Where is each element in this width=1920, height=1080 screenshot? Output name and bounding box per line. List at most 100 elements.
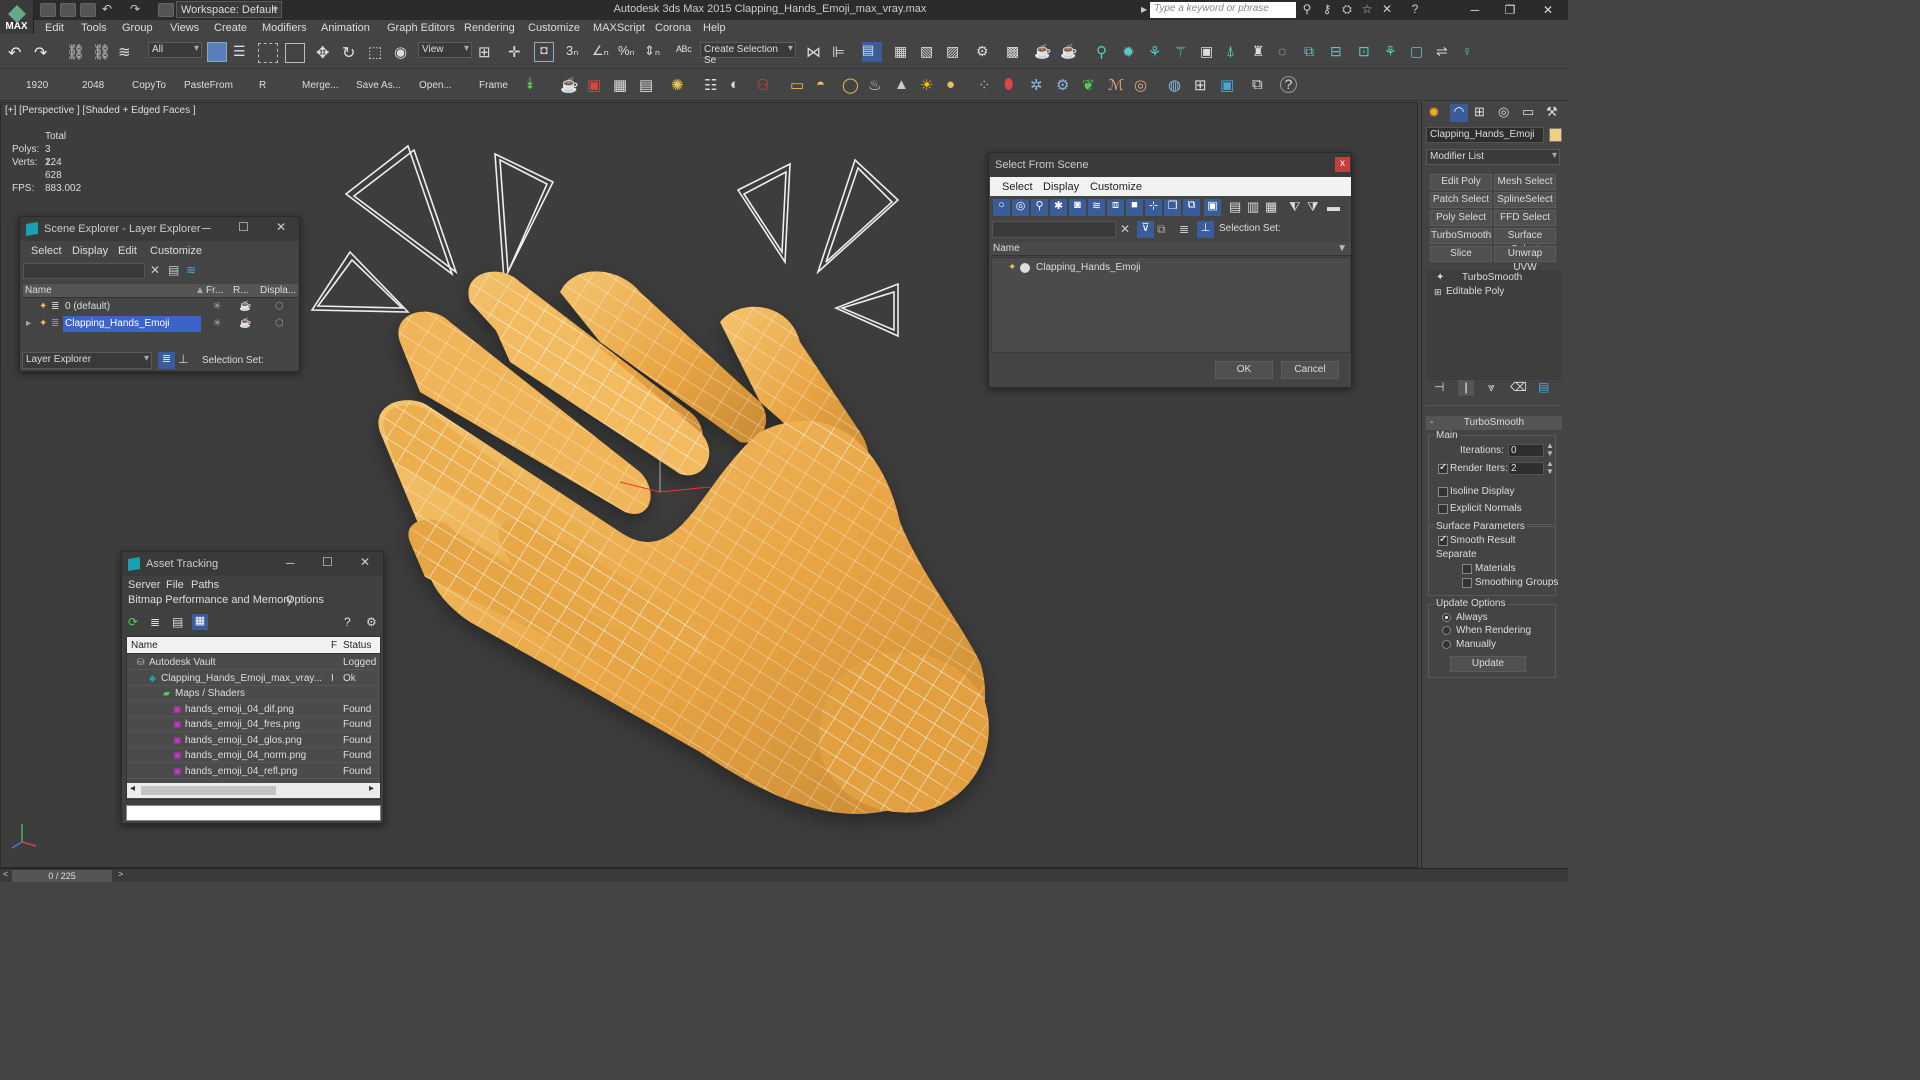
patch-select-button[interactable]: Patch Select: [1430, 192, 1492, 208]
globe-icon[interactable]: ◍: [1168, 76, 1188, 96]
vray-fur-icon[interactable]: ⚚: [1174, 43, 1194, 63]
at-menu-server[interactable]: Server: [128, 579, 160, 591]
object-color-swatch[interactable]: [1549, 128, 1562, 142]
vray-camera-icon[interactable]: ◌: [1278, 43, 1298, 63]
col-name[interactable]: Name: [25, 284, 52, 298]
plant-icon[interactable]: ❦: [1082, 76, 1102, 96]
open-button[interactable]: Open...: [419, 80, 452, 91]
iterations-spinner[interactable]: 0: [1508, 444, 1544, 457]
layers-icon[interactable]: ≣: [1179, 222, 1189, 236]
spline-select-button[interactable]: SplineSelect: [1494, 192, 1556, 208]
prev-frame-icon[interactable]: <: [3, 869, 8, 879]
filter-settings-icon[interactable]: ⧩: [1307, 199, 1319, 215]
light-icon[interactable]: ⚲: [1096, 43, 1116, 63]
redo-icon[interactable]: ↷: [34, 43, 54, 63]
pill-icon[interactable]: ⬮: [1004, 76, 1024, 96]
at-menu-bitmap-performance[interactable]: Bitmap Performance and Memory: [128, 594, 292, 606]
vray-viewport-icon[interactable]: ▢: [1410, 43, 1430, 63]
surface-select-button[interactable]: Surface Select: [1494, 228, 1556, 255]
minimize-icon[interactable]: ─: [202, 221, 211, 235]
menu-tools[interactable]: Tools: [81, 22, 107, 34]
selection-filter-dropdown[interactable]: All: [148, 42, 202, 58]
layer-row-default[interactable]: ✦ ≣ 0 (default) ✳ ☕ ⬡: [23, 299, 298, 315]
menu-modifiers[interactable]: Modifiers: [262, 22, 307, 34]
layer-mode-icon[interactable]: ≣: [158, 352, 175, 369]
at-menu-file[interactable]: File: [166, 579, 184, 591]
menu-corona[interactable]: Corona: [655, 22, 691, 34]
col-display[interactable]: Displa...: [260, 284, 296, 298]
help-icon[interactable]: ?: [1408, 3, 1422, 16]
preset-1920-button[interactable]: 1920: [26, 80, 48, 91]
schematic-view-icon[interactable]: ⚙: [976, 43, 996, 63]
molecule-icon[interactable]: ✲: [1030, 76, 1050, 96]
sfs-search-input[interactable]: [992, 221, 1116, 238]
motion-tab-icon[interactable]: ◎: [1498, 104, 1509, 120]
close-icon[interactable]: ✕: [360, 555, 370, 569]
pin-stack-icon[interactable]: ⊣: [1434, 380, 1444, 394]
select-children-icon[interactable]: ⧉: [1157, 222, 1166, 237]
layer-row-clapping-hands[interactable]: ▸ ✦ ≣ Clapping_Hands_Emoji ✳ ☕ ⬡: [23, 316, 298, 332]
layer-explorer-icon[interactable]: ▦: [894, 43, 914, 63]
shell-icon[interactable]: ◎: [1134, 76, 1154, 96]
se-search-input[interactable]: [23, 263, 145, 279]
filter-groups-icon[interactable]: ⧈: [1107, 199, 1124, 216]
collapse-icon[interactable]: ▬: [1327, 199, 1340, 214]
modify-tab-icon[interactable]: ◠: [1450, 104, 1468, 122]
filter-containers-icon[interactable]: ❐: [1164, 199, 1181, 216]
clear-icon[interactable]: ✕: [150, 263, 160, 277]
bulb-icon[interactable]: ✦: [1008, 260, 1016, 276]
se-menu-customize[interactable]: Customize: [150, 245, 202, 257]
smoothing-groups-checkbox[interactable]: [1462, 578, 1472, 588]
table-icon[interactable]: ▤: [639, 76, 659, 96]
menu-views[interactable]: Views: [170, 22, 199, 34]
filter-geometry-icon[interactable]: ○: [993, 199, 1010, 216]
curve-editor-icon[interactable]: ▨: [946, 43, 966, 63]
named-selection-sets-dropdown[interactable]: Create Selection Se: [700, 42, 796, 66]
keyboard-shortcut-override-icon[interactable]: ◘: [534, 42, 554, 62]
asset-path-field[interactable]: [126, 805, 381, 821]
sun-light-icon[interactable]: ☀: [920, 76, 940, 96]
grid-icon[interactable]: ▦: [613, 76, 633, 96]
link-icon[interactable]: ⛓: [66, 43, 86, 63]
record-icon[interactable]: ⚇: [756, 76, 776, 96]
exchange-icon[interactable]: ✕: [1380, 3, 1394, 16]
vray-tool-icon[interactable]: ⊟: [1330, 43, 1350, 63]
clear-icon[interactable]: ✕: [1120, 222, 1130, 236]
copy-icon[interactable]: ⧉: [1252, 76, 1272, 96]
hierarchy-tab-icon[interactable]: ⊞: [1474, 104, 1485, 120]
scroll-right-icon[interactable]: ▸: [369, 783, 374, 794]
table-view-icon[interactable]: ▦: [192, 614, 208, 630]
at-menu-options[interactable]: Options: [286, 594, 324, 606]
hierarchy-icon[interactable]: ⊥: [178, 352, 188, 366]
show-end-result-icon[interactable]: |: [1458, 380, 1474, 396]
col-freeze[interactable]: Fr...: [206, 284, 223, 298]
horizontal-scrollbar[interactable]: ◂ ▸: [127, 783, 380, 798]
table-row[interactable]: ▣ hands_emoji_04_dif.png Found: [127, 702, 380, 717]
sfs-menu-customize[interactable]: Customize: [1090, 181, 1142, 193]
vray-plane-icon[interactable]: ♜: [1252, 43, 1272, 63]
undo-icon[interactable]: ↶: [100, 3, 114, 16]
close-button[interactable]: x: [1335, 157, 1350, 172]
material-editor-icon[interactable]: ▩: [1006, 43, 1026, 63]
pot-icon[interactable]: ♨: [868, 76, 888, 96]
at-menu-paths[interactable]: Paths: [191, 579, 219, 591]
render-iters-checkbox[interactable]: [1438, 462, 1448, 474]
se-menu-edit[interactable]: Edit: [118, 245, 137, 257]
mixer-icon[interactable]: ⊞: [1194, 76, 1214, 96]
sliders-icon[interactable]: ☷: [704, 76, 724, 96]
edit-poly-button[interactable]: Edit Poly: [1430, 174, 1492, 190]
gear-icon[interactable]: ⚙: [1056, 76, 1076, 96]
materials-checkbox[interactable]: [1462, 564, 1472, 574]
minimize-icon[interactable]: ─: [286, 556, 295, 570]
find-case-icon[interactable]: ⊽: [1137, 221, 1154, 238]
help-circle-icon[interactable]: ?: [1280, 76, 1297, 93]
chevron-down-icon[interactable]: ⯯: [525, 76, 545, 96]
freeze-icon[interactable]: ✳: [213, 299, 221, 315]
pastefrom-button[interactable]: PasteFrom: [184, 80, 233, 91]
table-row[interactable]: ◆ Clapping_Hands_Emoji_max_vray... I Ok: [127, 671, 380, 686]
vray-light-lister-icon[interactable]: ♀: [1462, 43, 1482, 63]
menu-animation[interactable]: Animation: [321, 22, 370, 34]
create-tab-icon[interactable]: ✹: [1428, 104, 1440, 121]
save-as-button[interactable]: Save As...: [356, 80, 401, 91]
rect-selection-icon[interactable]: [258, 43, 278, 63]
